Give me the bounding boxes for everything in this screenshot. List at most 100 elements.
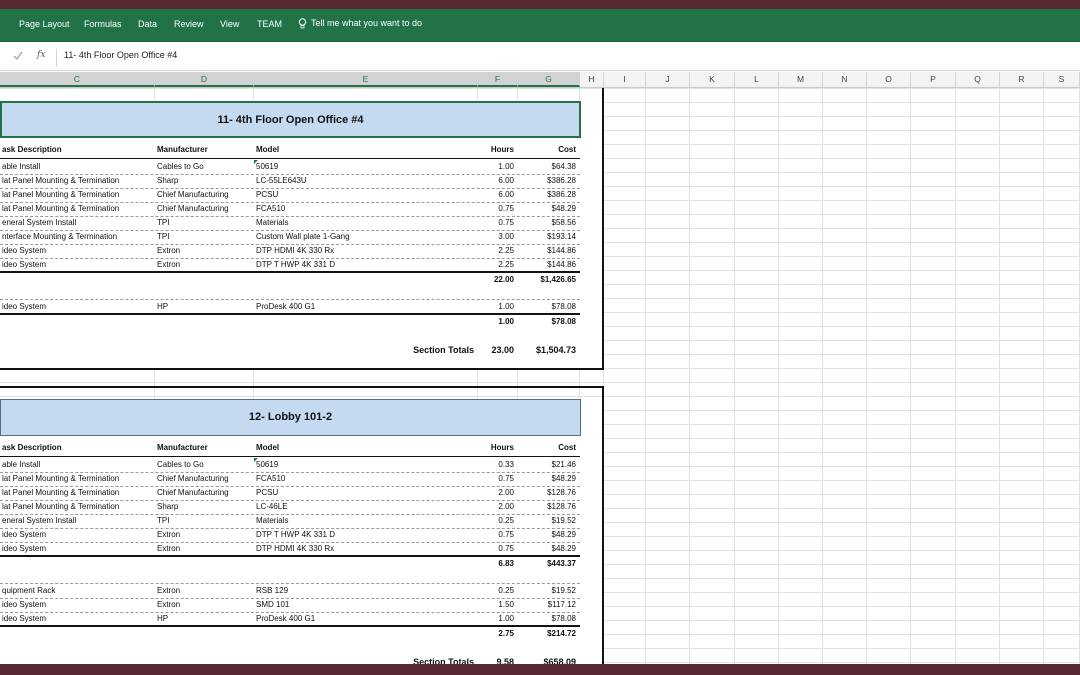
table-cell[interactable]: DTP T HWP 4K 331 D <box>256 258 474 272</box>
section-totals-label[interactable]: Section Totals <box>256 655 474 664</box>
table-cell[interactable]: $48.29 <box>520 472 576 486</box>
tab-view[interactable]: View <box>220 19 239 29</box>
table-cell[interactable]: 0.25 <box>480 514 514 528</box>
subtotal-hours[interactable]: 1.00 <box>480 315 514 329</box>
column-header-c[interactable]: C <box>0 72 155 87</box>
table-cell[interactable]: lat Panel Mounting & Termination <box>2 472 151 486</box>
table-cell[interactable]: $386.28 <box>520 188 576 202</box>
table-cell[interactable]: Sharp <box>157 500 250 514</box>
column-header-j[interactable]: J <box>646 72 690 87</box>
table-cell[interactable]: Materials <box>256 216 474 230</box>
section-totals-label[interactable]: Section Totals <box>256 343 474 357</box>
table-cell[interactable]: Extron <box>157 598 250 612</box>
table-cell[interactable]: RSB 129 <box>256 584 474 598</box>
table-cell[interactable]: $128.76 <box>520 486 576 500</box>
table-cell[interactable]: $58.56 <box>520 216 576 230</box>
table-cell[interactable]: ideo System <box>2 598 151 612</box>
table-cell[interactable]: 1.00 <box>480 160 514 174</box>
header-manufacturer[interactable]: Manufacturer <box>157 441 250 455</box>
column-header-q[interactable]: Q <box>956 72 1000 87</box>
table-cell[interactable]: 0.33 <box>480 458 514 472</box>
table-cell[interactable]: FCA510 <box>256 472 474 486</box>
section-title[interactable]: 11- 4th Floor Open Office #4 <box>0 101 581 138</box>
table-cell[interactable]: TPI <box>157 514 250 528</box>
table-cell[interactable]: able Install <box>2 160 151 174</box>
table-cell[interactable]: ProDesk 400 G1 <box>256 612 474 626</box>
table-cell[interactable]: $144.86 <box>520 244 576 258</box>
table-cell[interactable]: Sharp <box>157 174 250 188</box>
table-cell[interactable]: 0.75 <box>480 472 514 486</box>
table-cell[interactable]: 50619 <box>256 160 474 174</box>
column-header-n[interactable]: N <box>823 72 867 87</box>
column-header-e[interactable]: E <box>254 72 478 87</box>
table-cell[interactable]: FCA510 <box>256 202 474 216</box>
table-cell[interactable]: 0.75 <box>480 202 514 216</box>
table-cell[interactable]: DTP T HWP 4K 331 D <box>256 528 474 542</box>
table-cell[interactable]: DTP HDMI 4K 330 Rx <box>256 542 474 556</box>
column-header-l[interactable]: L <box>735 72 779 87</box>
table-cell[interactable]: DTP HDMI 4K 330 Rx <box>256 244 474 258</box>
table-cell[interactable]: 2.00 <box>480 500 514 514</box>
table-cell[interactable]: ideo System <box>2 542 151 556</box>
table-cell[interactable]: ProDesk 400 G1 <box>256 300 474 314</box>
function-icon[interactable]: fx <box>37 50 45 60</box>
table-cell[interactable]: Chief Manufacturing <box>157 486 250 500</box>
table-cell[interactable]: Chief Manufacturing <box>157 202 250 216</box>
section-total-hours[interactable]: 23.00 <box>480 343 514 357</box>
table-cell[interactable]: lat Panel Mounting & Termination <box>2 486 151 500</box>
header-cost[interactable]: Cost <box>520 143 576 157</box>
table-cell[interactable]: $19.52 <box>520 584 576 598</box>
table-cell[interactable]: eneral System Install <box>2 216 151 230</box>
table-cell[interactable]: ideo System <box>2 244 151 258</box>
table-cell[interactable]: $144.86 <box>520 258 576 272</box>
table-cell[interactable]: $128.76 <box>520 500 576 514</box>
table-cell[interactable]: Materials <box>256 514 474 528</box>
table-cell[interactable]: lat Panel Mounting & Termination <box>2 174 151 188</box>
table-cell[interactable]: LC-55LE643U <box>256 174 474 188</box>
table-cell[interactable]: 3.00 <box>480 230 514 244</box>
tab-formulas[interactable]: Formulas <box>84 19 122 29</box>
header-hours[interactable]: Hours <box>480 441 514 455</box>
table-cell[interactable]: TPI <box>157 230 250 244</box>
table-cell[interactable]: ideo System <box>2 300 151 314</box>
table-cell[interactable]: PCSU <box>256 486 474 500</box>
column-header-i[interactable]: I <box>604 72 646 87</box>
table-cell[interactable]: 2.00 <box>480 486 514 500</box>
table-cell[interactable]: nterface Mounting & Termination <box>2 230 151 244</box>
table-cell[interactable]: $48.29 <box>520 528 576 542</box>
table-cell[interactable]: Cables to Go <box>157 458 250 472</box>
column-header-s[interactable]: S <box>1044 72 1080 87</box>
table-cell[interactable]: 1.00 <box>480 612 514 626</box>
header-task-description[interactable]: ask Description <box>2 143 151 157</box>
subtotal-hours[interactable]: 22.00 <box>480 273 514 287</box>
formula-input[interactable]: 11- 4th Floor Open Office #4 <box>64 50 177 60</box>
tab-data[interactable]: Data <box>138 19 157 29</box>
table-cell[interactable]: $19.52 <box>520 514 576 528</box>
subtotal-cost[interactable]: $214.72 <box>520 627 576 641</box>
column-header-p[interactable]: P <box>911 72 956 87</box>
table-cell[interactable]: 1.50 <box>480 598 514 612</box>
column-header-k[interactable]: K <box>690 72 735 87</box>
table-cell[interactable]: ideo System <box>2 258 151 272</box>
tab-review[interactable]: Review <box>174 19 204 29</box>
table-cell[interactable]: Cables to Go <box>157 160 250 174</box>
table-cell[interactable]: $21.46 <box>520 458 576 472</box>
table-cell[interactable]: TPI <box>157 216 250 230</box>
column-header-r[interactable]: R <box>1000 72 1044 87</box>
section-title[interactable]: 12- Lobby 101-2 <box>0 399 581 436</box>
table-cell[interactable]: Chief Manufacturing <box>157 188 250 202</box>
column-header-o[interactable]: O <box>867 72 911 87</box>
table-cell[interactable]: 50619 <box>256 458 474 472</box>
table-cell[interactable]: HP <box>157 612 250 626</box>
table-cell[interactable]: 0.75 <box>480 528 514 542</box>
table-cell[interactable]: 1.00 <box>480 300 514 314</box>
table-cell[interactable]: $48.29 <box>520 202 576 216</box>
table-cell[interactable]: 0.75 <box>480 216 514 230</box>
table-cell[interactable]: 6.00 <box>480 174 514 188</box>
table-cell[interactable]: Custom Wall plate 1-Gang <box>256 230 474 244</box>
header-manufacturer[interactable]: Manufacturer <box>157 143 250 157</box>
table-cell[interactable]: 0.25 <box>480 584 514 598</box>
header-model[interactable]: Model <box>256 143 474 157</box>
section-total-cost[interactable]: $658.09 <box>520 655 576 664</box>
table-cell[interactable]: ideo System <box>2 612 151 626</box>
